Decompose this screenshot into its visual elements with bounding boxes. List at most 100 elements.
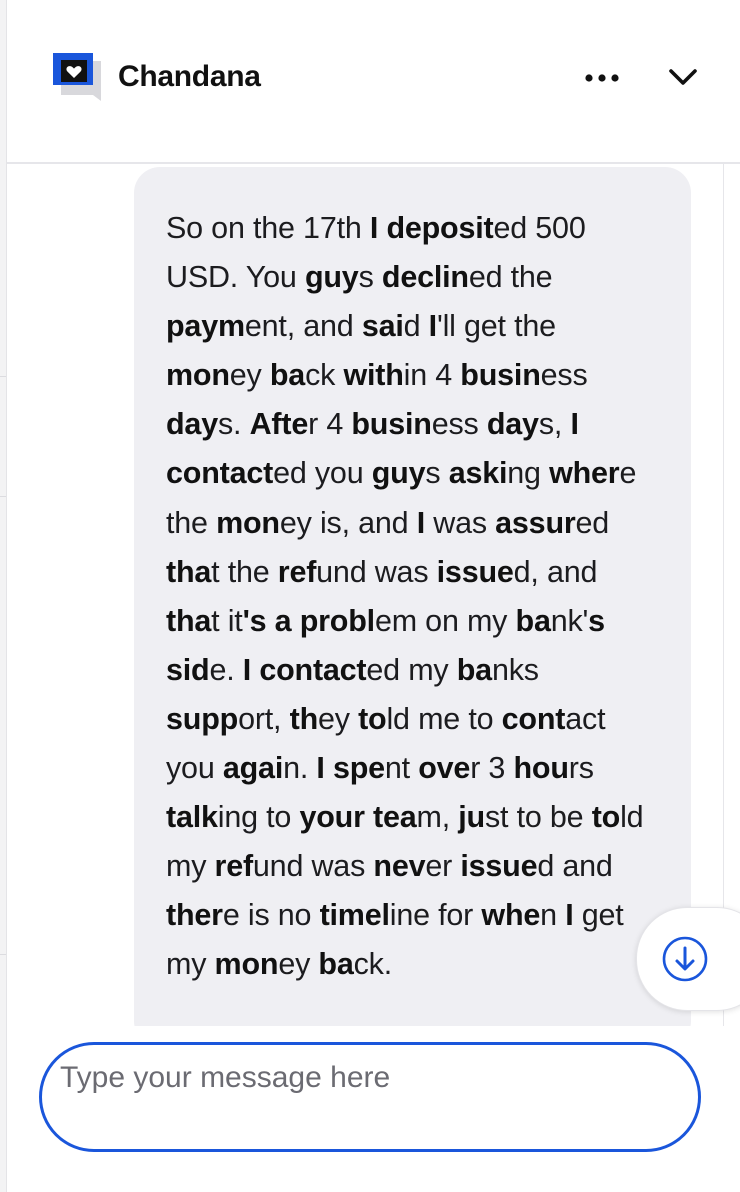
- text-segment: ess: [540, 358, 588, 393]
- bold-segment: busin: [460, 358, 541, 393]
- message-text: So on the 17th I deposited 500 USD. You g…: [166, 204, 676, 990]
- text-segment: my: [166, 947, 215, 982]
- bold-segment: cont: [501, 701, 566, 736]
- arrow-down-circle-icon: [662, 936, 708, 982]
- bold-segment: ref: [214, 849, 254, 884]
- text-segment: ed the: [468, 260, 553, 295]
- text-segment: ed: [575, 505, 610, 540]
- scroll-to-bottom-button[interactable]: [636, 907, 740, 1011]
- text-segment: t the: [211, 554, 278, 589]
- bold-segment: agai: [222, 751, 284, 786]
- text-segment: get: [573, 898, 624, 933]
- bold-segment: sid: [166, 652, 210, 687]
- message-line: the money is, and I was assured: [166, 499, 676, 548]
- text-segment: r 4: [308, 407, 352, 442]
- message-line: money back within 4 business: [166, 351, 676, 400]
- bold-segment: to: [591, 800, 621, 835]
- bold-segment: mon: [214, 947, 279, 982]
- scrollbar-track[interactable]: [723, 164, 724, 1026]
- bold-segment: ju: [458, 800, 485, 835]
- message-line: contacted you guys asking where: [166, 449, 676, 498]
- bold-segment: ba: [515, 603, 551, 638]
- edge-tick: [0, 376, 6, 377]
- chat-window: Chandana So on the 17th I deposited 500 U…: [0, 0, 740, 1192]
- text-segment: e is no: [222, 898, 320, 933]
- bold-segment: contact: [166, 456, 274, 491]
- text-segment: und was: [316, 554, 437, 589]
- bold-segment: ther: [166, 898, 223, 933]
- text-segment: s.: [217, 407, 250, 442]
- bold-segment: whe: [481, 898, 541, 933]
- bold-segment: tha: [166, 603, 212, 638]
- text-segment: em on my: [374, 603, 516, 638]
- bold-segment: I spe: [316, 751, 385, 786]
- bold-segment: tha: [166, 554, 212, 589]
- text-segment: st to be: [485, 800, 592, 835]
- bold-segment: nev: [373, 849, 426, 884]
- message-line: that it's a problem on my bank's: [166, 597, 676, 646]
- text-segment: d: [403, 309, 429, 344]
- text-segment: act: [565, 701, 606, 736]
- text-segment: e.: [209, 652, 243, 687]
- more-options-button[interactable]: [579, 60, 625, 96]
- text-segment: r 3: [470, 751, 514, 786]
- bold-segment: issue: [436, 554, 514, 589]
- bold-segment: I: [416, 505, 425, 540]
- text-segment: USD. You: [166, 260, 305, 295]
- bold-segment: mon: [166, 358, 230, 393]
- message-line: talking to your team, just to be told: [166, 793, 676, 842]
- text-segment: ed my: [366, 652, 457, 687]
- bold-segment: s: [588, 603, 605, 638]
- message-input-box[interactable]: [39, 1042, 701, 1152]
- chevron-down-icon: [669, 69, 697, 85]
- message-line: days. After 4 business days, I: [166, 400, 676, 449]
- bold-segment: ba: [318, 947, 354, 982]
- text-segment: und was: [252, 849, 374, 884]
- text-segment: rs: [568, 751, 594, 786]
- bold-segment: Afte: [249, 407, 309, 442]
- text-segment: er: [425, 849, 461, 884]
- bold-segment: I contact: [242, 652, 367, 687]
- bold-segment: hou: [513, 751, 569, 786]
- text-segment: n: [540, 898, 566, 933]
- collapse-chat-button[interactable]: [661, 56, 705, 100]
- text-segment: ey: [318, 701, 359, 736]
- text-segment: you: [166, 751, 223, 786]
- message-input[interactable]: [60, 1061, 660, 1121]
- chat-logo-icon: [53, 53, 109, 103]
- message-line: support, they told me to contact: [166, 695, 676, 744]
- text-segment: ed you: [273, 456, 372, 491]
- text-segment: ld me to: [386, 701, 502, 736]
- text-segment: nks: [491, 652, 539, 687]
- bold-segment: day: [486, 407, 539, 442]
- bold-segment: I: [428, 309, 437, 344]
- text-segment: ck.: [353, 947, 393, 982]
- text-segment: my: [166, 849, 215, 884]
- text-segment: ort,: [238, 701, 290, 736]
- bold-segment: with: [343, 358, 404, 393]
- bold-segment: talk: [166, 800, 218, 835]
- text-segment: ck: [305, 358, 344, 393]
- bold-segment: tea: [373, 800, 417, 835]
- text-segment: ess: [431, 407, 487, 442]
- text-segment: n.: [283, 751, 317, 786]
- bold-segment: ba: [456, 652, 492, 687]
- message-line: there is no timeline for when I get: [166, 891, 676, 940]
- text-segment: nk': [550, 603, 589, 638]
- text-segment: ey: [278, 947, 319, 982]
- message-line: So on the 17th I deposited 500: [166, 204, 676, 253]
- bold-segment: guy: [371, 456, 426, 491]
- message-list[interactable]: So on the 17th I deposited 500 USD. You g…: [7, 164, 740, 1026]
- bold-segment: I deposit: [369, 211, 494, 245]
- composer-area: [7, 1026, 740, 1192]
- bold-segment: I: [570, 407, 579, 442]
- text-segment: the: [166, 505, 217, 540]
- bold-segment: supp: [166, 701, 239, 736]
- bold-segment: your: [299, 800, 365, 835]
- bold-segment: busin: [351, 407, 432, 442]
- text-segment: ent, and: [244, 309, 362, 344]
- bold-segment: th: [289, 701, 319, 736]
- text-segment: e: [619, 456, 637, 491]
- bold-segment: day: [166, 407, 218, 442]
- user-message-bubble: So on the 17th I deposited 500 USD. You g…: [134, 167, 691, 1026]
